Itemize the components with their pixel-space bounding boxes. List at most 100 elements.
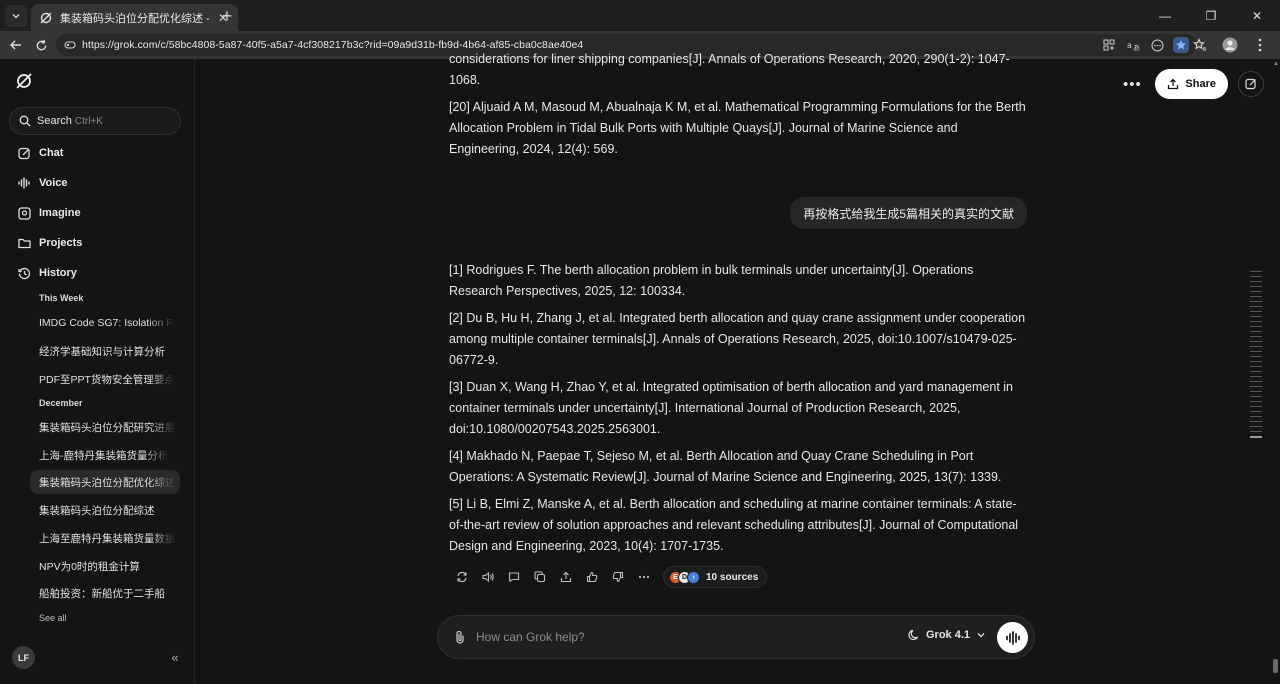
history-icon xyxy=(17,266,31,280)
scroll-up-icon[interactable]: ▲ xyxy=(1273,61,1279,67)
svg-text:あ: あ xyxy=(1133,44,1140,51)
window-close-button[interactable]: ✕ xyxy=(1234,0,1280,31)
comment-icon[interactable] xyxy=(501,566,527,588)
arrow-left-icon xyxy=(10,40,21,50)
sidebar-item-imagine[interactable]: Imagine xyxy=(17,204,81,222)
reference-item: [1] Rodrigues F. The berth allocation pr… xyxy=(449,263,974,298)
restore-button[interactable]: ❐ xyxy=(1188,0,1234,31)
sidebar-item-label: Imagine xyxy=(39,207,81,219)
chat-icon xyxy=(17,146,31,160)
sidebar-item-chat[interactable]: Chat xyxy=(17,144,63,162)
history-item[interactable]: 集装箱码头泊位分配综述 xyxy=(30,498,180,522)
new-chat-button[interactable] xyxy=(1238,71,1264,97)
user-message-bubble: 再按格式给我生成5篇相关的真实的文献 xyxy=(790,197,1027,229)
site-info-icon[interactable] xyxy=(64,39,76,51)
search-shortcut: Ctrl+K xyxy=(74,115,103,127)
tab-search-button[interactable] xyxy=(5,5,27,27)
history-item[interactable]: 上海-鹿特丹集装箱货量分析 xyxy=(30,443,180,467)
source-favicon-icon: › xyxy=(687,570,700,584)
grok-favicon-icon xyxy=(40,12,52,23)
chevron-down-icon xyxy=(976,630,986,640)
read-aloud-icon[interactable] xyxy=(475,566,501,588)
history-item[interactable]: 船舶投资：新船优于二手船 xyxy=(30,581,180,605)
sidebar-item-label: History xyxy=(39,267,77,279)
conversation-minimap[interactable] xyxy=(1250,271,1262,442)
bookmark-star-icon[interactable] xyxy=(1173,37,1189,53)
share-button[interactable]: Share xyxy=(1155,69,1228,99)
install-app-icon[interactable] xyxy=(1101,37,1117,53)
history-item-active[interactable]: 集装箱码头泊位分配优化综述 xyxy=(30,470,180,494)
sidebar-item-label: Chat xyxy=(39,147,64,159)
thumbs-down-icon[interactable] xyxy=(605,566,631,588)
search-label: Search xyxy=(37,115,72,127)
back-button[interactable] xyxy=(6,35,26,55)
grok-logo-icon[interactable] xyxy=(15,72,33,90)
sidebar: Search Ctrl+K Chat Voice Imagine Project… xyxy=(0,59,195,684)
more-menu-icon[interactable]: ••• xyxy=(1119,71,1145,97)
more-options-icon[interactable] xyxy=(631,566,657,588)
minimize-button[interactable]: — xyxy=(1142,0,1188,31)
tab-title: 集装箱码头泊位分配优化综述 - Grok xyxy=(60,12,212,25)
sidebar-item-label: Projects xyxy=(39,237,83,249)
scrollbar-thumb[interactable] xyxy=(1273,659,1278,673)
model-selector[interactable]: Grok 4.1 xyxy=(908,629,986,641)
model-label: Grok 4.1 xyxy=(926,629,971,641)
collapse-sidebar-icon[interactable]: « xyxy=(167,649,183,665)
sidebar-item-history[interactable]: History xyxy=(17,264,77,282)
history-section-this-week: This Week xyxy=(39,293,84,303)
share-icon xyxy=(1167,78,1179,90)
source-favicons: E D › xyxy=(669,570,700,584)
imagine-icon xyxy=(17,206,31,220)
page-scrollbar[interactable]: ▲ xyxy=(1271,59,1280,684)
regenerate-icon[interactable] xyxy=(449,566,475,588)
history-item[interactable]: 集装箱码头泊位分配研究进展 xyxy=(30,415,180,439)
extension-menu-icon[interactable] xyxy=(1149,37,1165,53)
user-avatar[interactable]: LF xyxy=(12,646,35,669)
header-actions: ••• Share xyxy=(1119,69,1264,99)
new-tab-button[interactable]: + xyxy=(216,5,238,27)
history-item[interactable]: IMDG Code SG7: Isolation R xyxy=(30,311,180,335)
grok-app: Search Ctrl+K Chat Voice Imagine Project… xyxy=(0,52,1280,684)
moon-icon xyxy=(908,629,920,641)
chevron-down-icon xyxy=(12,14,20,19)
attach-icon[interactable] xyxy=(452,629,468,645)
reference-item: [2] Du B, Hu H, Zhang J, et al. Integrat… xyxy=(449,311,1026,367)
reload-icon xyxy=(36,39,46,50)
copy-icon[interactable] xyxy=(527,566,553,588)
search-button[interactable]: Search Ctrl+K xyxy=(9,107,181,135)
reload-button[interactable] xyxy=(31,35,51,55)
share-label: Share xyxy=(1185,78,1216,90)
svg-text:a: a xyxy=(1127,41,1132,50)
chat-composer: How can Grok help? Grok 4.1 xyxy=(437,615,1035,659)
sources-button[interactable]: E D › 10 sources xyxy=(663,566,768,588)
prompt-input[interactable]: How can Grok help? xyxy=(476,630,585,644)
voice-waveform-icon xyxy=(1005,630,1020,645)
message-actions: E D › 10 sources xyxy=(449,566,768,588)
history-item[interactable]: 经济学基础知识与计算分析 xyxy=(30,339,180,363)
reference-item: [3] Duan X, Wang H, Zhao Y, et al. Integ… xyxy=(449,380,1013,436)
browser-tab-active[interactable]: 集装箱码头泊位分配优化综述 - Grok ✕ xyxy=(31,4,238,31)
voice-mode-button[interactable] xyxy=(997,622,1028,653)
history-item[interactable]: 上海至鹿特丹集装箱货量数据 xyxy=(30,526,180,550)
thumbs-up-icon[interactable] xyxy=(579,566,605,588)
previous-reference-20: [20] Aljuaid A M, Masoud M, Abualnaja K … xyxy=(449,100,1026,156)
previous-reference-tail: considerations for liner shipping compan… xyxy=(449,52,1010,87)
sidebar-item-voice[interactable]: Voice xyxy=(17,174,68,192)
translate-icon[interactable]: aあ xyxy=(1125,37,1141,53)
search-icon xyxy=(19,115,31,127)
favorites-icon[interactable] xyxy=(1190,35,1210,55)
history-item[interactable]: PDF至PPT货物安全管理要点 xyxy=(30,367,180,391)
reference-item: [5] Li B, Elmi Z, Manske A, et al. Berth… xyxy=(449,497,1019,553)
history-item[interactable]: NPV为0时的租金计算 xyxy=(30,554,180,578)
folder-icon xyxy=(17,236,31,250)
profile-avatar-icon[interactable] xyxy=(1220,35,1240,55)
chat-main: considerations for liner shipping compan… xyxy=(196,52,1280,684)
see-all-link[interactable]: See all xyxy=(39,613,67,623)
browser-menu-icon[interactable] xyxy=(1250,35,1270,55)
history-section-december: December xyxy=(39,398,83,408)
sidebar-item-projects[interactable]: Projects xyxy=(17,234,82,252)
reference-item: [4] Makhado N, Paepae T, Sejeso M, et al… xyxy=(449,449,1002,484)
sources-label: 10 sources xyxy=(706,571,759,583)
voice-icon xyxy=(17,176,31,190)
share-message-icon[interactable] xyxy=(553,566,579,588)
